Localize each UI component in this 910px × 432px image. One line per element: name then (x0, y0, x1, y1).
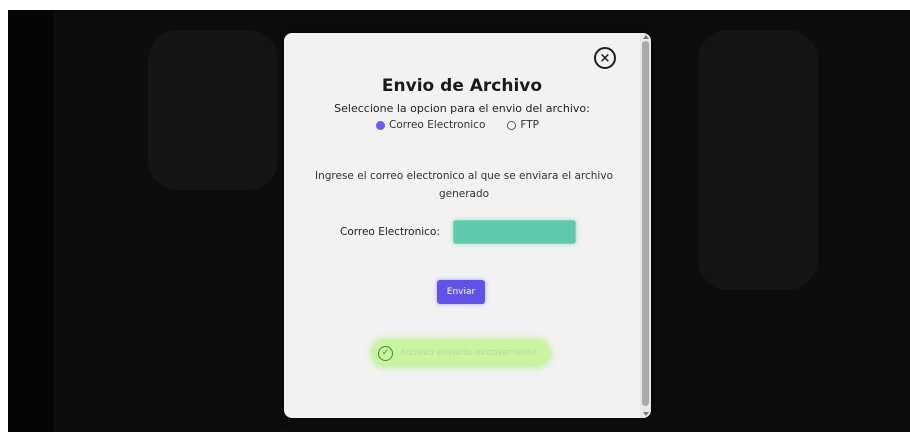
dialog-subtitle: Seleccione la opcion para el envio del a… (334, 102, 590, 115)
dialog-scrollbar[interactable] (640, 33, 651, 418)
email-field[interactable] (453, 220, 576, 244)
send-method-options: Correo Electronico FTP (376, 119, 561, 131)
radio-option-ftp[interactable]: FTP (507, 119, 539, 131)
send-file-dialog: × Envio de Archivo Seleccione la opcion … (284, 33, 651, 418)
backdrop-left-stripe (8, 10, 54, 432)
scroll-down-arrow-icon[interactable] (643, 412, 649, 416)
radio-button-ftp[interactable] (507, 120, 517, 130)
backdrop-shape (698, 30, 818, 290)
dialog-title: Envio de Archivo (381, 76, 543, 96)
radio-option-email[interactable]: Correo Electronico (376, 119, 485, 131)
email-label: Correo Electronico: (340, 226, 440, 238)
close-icon[interactable]: × (594, 47, 616, 69)
backdrop-shape (148, 30, 278, 190)
scrollbar-thumb[interactable] (642, 41, 649, 406)
success-text: Archivo enviado exitosamente (400, 348, 537, 358)
check-circle-icon: ✓ (378, 345, 393, 361)
success-message: ✓ Archivo enviado exitosamente (372, 340, 550, 366)
radio-label-email: Correo Electronico (389, 119, 486, 131)
scroll-up-arrow-icon[interactable] (643, 35, 649, 39)
radio-button-email[interactable] (376, 120, 385, 130)
email-instruction: Ingrese el correo electronico al que se … (315, 170, 613, 200)
radio-label-ftp: FTP (520, 119, 539, 131)
send-button[interactable]: Enviar (437, 280, 485, 304)
